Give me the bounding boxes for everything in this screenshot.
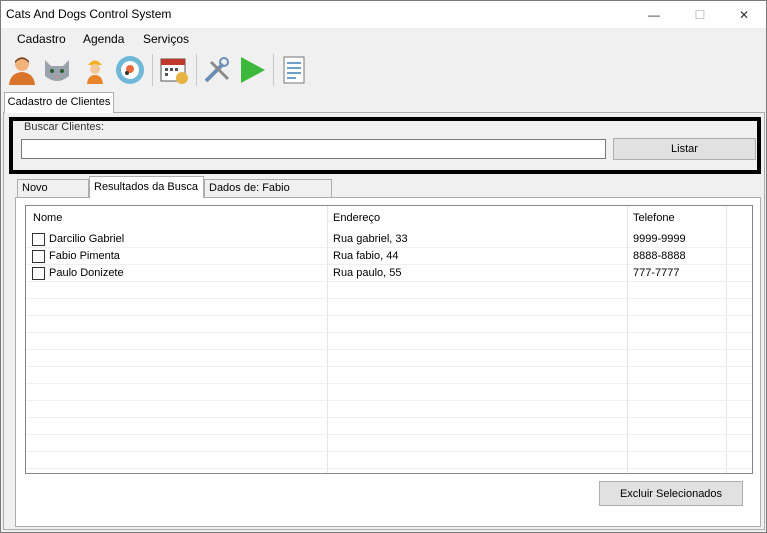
tab-cadastro-de-clientes[interactable]: Cadastro de Clientes xyxy=(4,92,114,113)
empty-row xyxy=(26,333,752,350)
close-button[interactable]: ✕ xyxy=(721,1,767,28)
empty-row xyxy=(26,435,752,452)
play-icon[interactable] xyxy=(236,54,268,86)
cell-endereco: Rua fabio, 44 xyxy=(333,250,399,262)
table-row[interactable]: Darcilio Gabriel Rua gabriel, 33 9999-99… xyxy=(26,231,752,248)
pet-gear-icon[interactable] xyxy=(114,54,146,86)
report-icon[interactable] xyxy=(278,54,310,86)
row-checkbox[interactable] xyxy=(32,233,45,246)
worker-icon[interactable] xyxy=(79,54,111,86)
empty-row xyxy=(26,316,752,333)
column-header-telefone[interactable]: Telefone xyxy=(633,212,675,224)
resultados-panel: Nome Endereço Telefone Darcilio Gabriel … xyxy=(15,197,761,527)
empty-row xyxy=(26,299,752,316)
cell-endereco: Rua gabriel, 33 xyxy=(333,233,408,245)
cell-telefone: 8888-8888 xyxy=(633,250,686,262)
cell-nome: Paulo Donizete xyxy=(49,267,124,279)
column-header-nome[interactable]: Nome xyxy=(33,212,62,224)
person-icon[interactable] xyxy=(6,54,38,86)
tab-resultados-da-busca[interactable]: Resultados da Busca xyxy=(89,176,204,198)
toolbar-separator xyxy=(196,54,197,86)
empty-row xyxy=(26,401,752,418)
window-title: Cats And Dogs Control System xyxy=(6,7,172,21)
empty-row xyxy=(26,282,752,299)
tab-dados-cliente[interactable]: Dados de: Fabio Pimenta xyxy=(204,179,332,211)
cat-icon[interactable] xyxy=(41,54,73,86)
close-icon: ✕ xyxy=(738,7,750,22)
results-table[interactable]: Nome Endereço Telefone Darcilio Gabriel … xyxy=(25,205,753,474)
toolbar-separator xyxy=(273,54,274,86)
row-checkbox[interactable] xyxy=(32,267,45,280)
empty-row xyxy=(26,384,752,401)
toolbar xyxy=(1,50,766,90)
main-window: Cats And Dogs Control System — ☐ ✕ Cadas… xyxy=(0,0,767,533)
row-checkbox[interactable] xyxy=(32,250,45,263)
search-group: Buscar Clientes: Listar xyxy=(9,117,761,174)
menu-cadastro[interactable]: Cadastro xyxy=(17,32,66,46)
table-row[interactable]: Fabio Pimenta Rua fabio, 44 8888-8888 xyxy=(26,248,752,265)
menu-agenda[interactable]: Agenda xyxy=(83,32,124,46)
maximize-icon: ☐ xyxy=(694,7,706,22)
excluir-selecionados-button[interactable]: Excluir Selecionados xyxy=(599,481,743,506)
table-header: Nome Endereço Telefone xyxy=(26,206,752,230)
menu-bar: Cadastro Agenda Serviços xyxy=(1,28,766,50)
empty-row xyxy=(26,418,752,435)
minimize-icon: — xyxy=(648,7,660,22)
cell-nome: Darcilio Gabriel xyxy=(49,233,125,245)
search-input[interactable] xyxy=(21,139,606,159)
title-bar: Cats And Dogs Control System — ☐ ✕ xyxy=(1,1,766,28)
calendar-icon[interactable] xyxy=(158,54,190,86)
cell-endereco: Rua paulo, 55 xyxy=(333,267,402,279)
tab-novo-cliente[interactable]: Novo Cliente xyxy=(17,179,89,211)
search-label: Buscar Clientes: xyxy=(24,121,105,133)
minimize-button[interactable]: — xyxy=(631,1,677,28)
content-area: Cadastro de Clientes Buscar Clientes: Li… xyxy=(1,90,766,532)
table-row[interactable]: Paulo Donizete Rua paulo, 55 777-7777 xyxy=(26,265,752,282)
empty-row xyxy=(26,350,752,367)
cell-telefone: 9999-9999 xyxy=(633,233,686,245)
empty-row xyxy=(26,367,752,384)
toolbar-separator xyxy=(152,54,153,86)
menu-servicos[interactable]: Serviços xyxy=(143,32,189,46)
maximize-button[interactable]: ☐ xyxy=(677,1,723,28)
empty-row xyxy=(26,452,752,469)
column-header-endereco[interactable]: Endereço xyxy=(333,212,380,224)
listar-button[interactable]: Listar xyxy=(613,138,756,160)
cell-telefone: 777-7777 xyxy=(633,267,680,279)
cell-nome: Fabio Pimenta xyxy=(49,250,120,262)
tools-icon[interactable] xyxy=(201,54,233,86)
